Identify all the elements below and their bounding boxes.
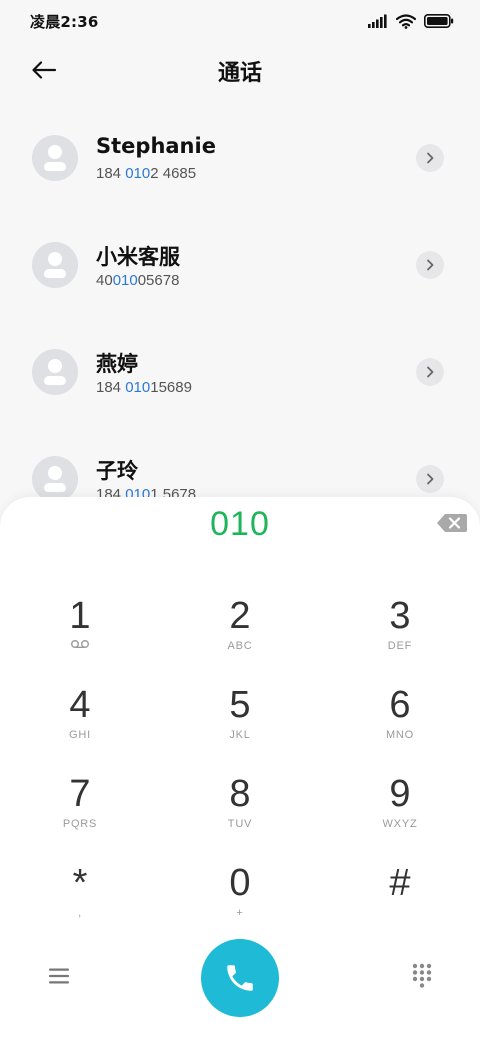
voicemail-icon — [70, 638, 90, 654]
contact-name: 子玲 — [96, 459, 138, 483]
backspace-button[interactable] — [436, 513, 468, 533]
key-digit: 1 — [69, 595, 91, 637]
key-digit: 2 — [229, 595, 251, 637]
chevron-right-icon — [427, 366, 434, 378]
status-icons — [368, 13, 454, 29]
match-highlight: 010 — [125, 379, 151, 396]
call-button[interactable] — [201, 939, 279, 1017]
key-letters: MNO — [385, 729, 415, 741]
dial-key-9[interactable]: 9 WXYZ — [340, 772, 460, 852]
key-digit: 7 — [69, 773, 91, 815]
dialpad-icon — [412, 963, 432, 988]
key-digit: 6 — [389, 684, 411, 726]
contact-number: 184 01015689 — [96, 379, 192, 396]
dial-key-5[interactable]: 5 JKL — [180, 683, 300, 763]
dialpad-sheet: 010 1 2 ABC 3 DEF 4 GHI 5 JKL 6 MNO 7 PQ… — [0, 497, 480, 1040]
key-digit: * — [72, 862, 88, 904]
avatar — [32, 135, 78, 181]
contact-number: 4001005678 — [96, 272, 180, 289]
arrow-left-icon — [32, 61, 57, 79]
dial-key-0[interactable]: 0 + — [180, 861, 300, 941]
key-letters: DEF — [387, 640, 413, 652]
menu-button[interactable] — [44, 961, 74, 991]
key-digit: 4 — [69, 684, 91, 726]
key-letters: ABC — [227, 640, 253, 652]
key-digit: 0 — [229, 862, 251, 904]
dial-key-8[interactable]: 8 TUV — [180, 772, 300, 852]
status-time: 凌晨2:36 — [30, 12, 99, 31]
dial-key-3[interactable]: 3 DEF — [340, 594, 460, 674]
contact-detail-button[interactable] — [416, 358, 444, 386]
dial-key-star[interactable]: * , — [20, 861, 140, 941]
key-letters: GHI — [69, 729, 91, 741]
key-digit: # — [389, 862, 411, 904]
dialpad-bottom-bar — [0, 937, 480, 1017]
key-digit: 3 — [389, 595, 411, 637]
menu-icon — [49, 968, 69, 984]
key-letters: TUV — [227, 818, 253, 830]
avatar — [32, 456, 78, 502]
dial-key-4[interactable]: 4 GHI — [20, 683, 140, 763]
battery-icon — [424, 14, 454, 28]
dial-key-1[interactable]: 1 — [20, 594, 140, 674]
chevron-right-icon — [427, 473, 434, 485]
contact-detail-button[interactable] — [416, 144, 444, 172]
key-letters: WXYZ — [382, 818, 418, 830]
contact-name: Stephanie — [96, 134, 216, 158]
contact-name: 小米客服 — [96, 245, 180, 269]
contact-detail-button[interactable] — [416, 465, 444, 493]
dial-key-2[interactable]: 2 ABC — [180, 594, 300, 674]
contact-row[interactable]: 燕婷 184 01015689 — [0, 314, 480, 421]
contact-row[interactable]: 小米客服 4001005678 — [0, 207, 480, 314]
signal-icon — [368, 14, 387, 28]
key-digit: 5 — [229, 684, 251, 726]
backspace-icon — [437, 514, 467, 532]
phone-icon — [227, 965, 253, 991]
chevron-right-icon — [427, 152, 434, 164]
contact-number: 184 0102 4685 — [96, 165, 197, 182]
key-letters: + — [236, 907, 244, 919]
header: 通话 — [0, 42, 480, 100]
wifi-icon — [396, 13, 416, 29]
page-title: 通话 — [217, 61, 262, 86]
key-letters: , — [78, 907, 82, 919]
match-highlight: 010 — [112, 272, 138, 289]
avatar — [32, 349, 78, 395]
dial-key-hash[interactable]: # — [340, 861, 460, 941]
contact-detail-button[interactable] — [416, 251, 444, 279]
contact-name: 燕婷 — [96, 352, 138, 376]
contact-list: Stephanie 184 0102 4685 小米客服 4001005678 … — [0, 100, 480, 528]
match-highlight: 010 — [125, 165, 151, 182]
dialed-number-display[interactable]: 010 — [0, 505, 480, 544]
avatar — [32, 242, 78, 288]
back-button[interactable] — [26, 54, 62, 86]
chevron-right-icon — [427, 259, 434, 271]
status-bar: 凌晨2:36 — [0, 0, 480, 42]
keypad-toggle-button[interactable] — [406, 959, 438, 991]
contact-row[interactable]: Stephanie 184 0102 4685 — [0, 100, 480, 207]
key-letters: JKL — [229, 729, 251, 741]
dial-key-6[interactable]: 6 MNO — [340, 683, 460, 763]
key-digit: 9 — [389, 773, 411, 815]
key-letters: PQRS — [62, 818, 98, 830]
dial-key-7[interactable]: 7 PQRS — [20, 772, 140, 852]
key-digit: 8 — [229, 773, 251, 815]
